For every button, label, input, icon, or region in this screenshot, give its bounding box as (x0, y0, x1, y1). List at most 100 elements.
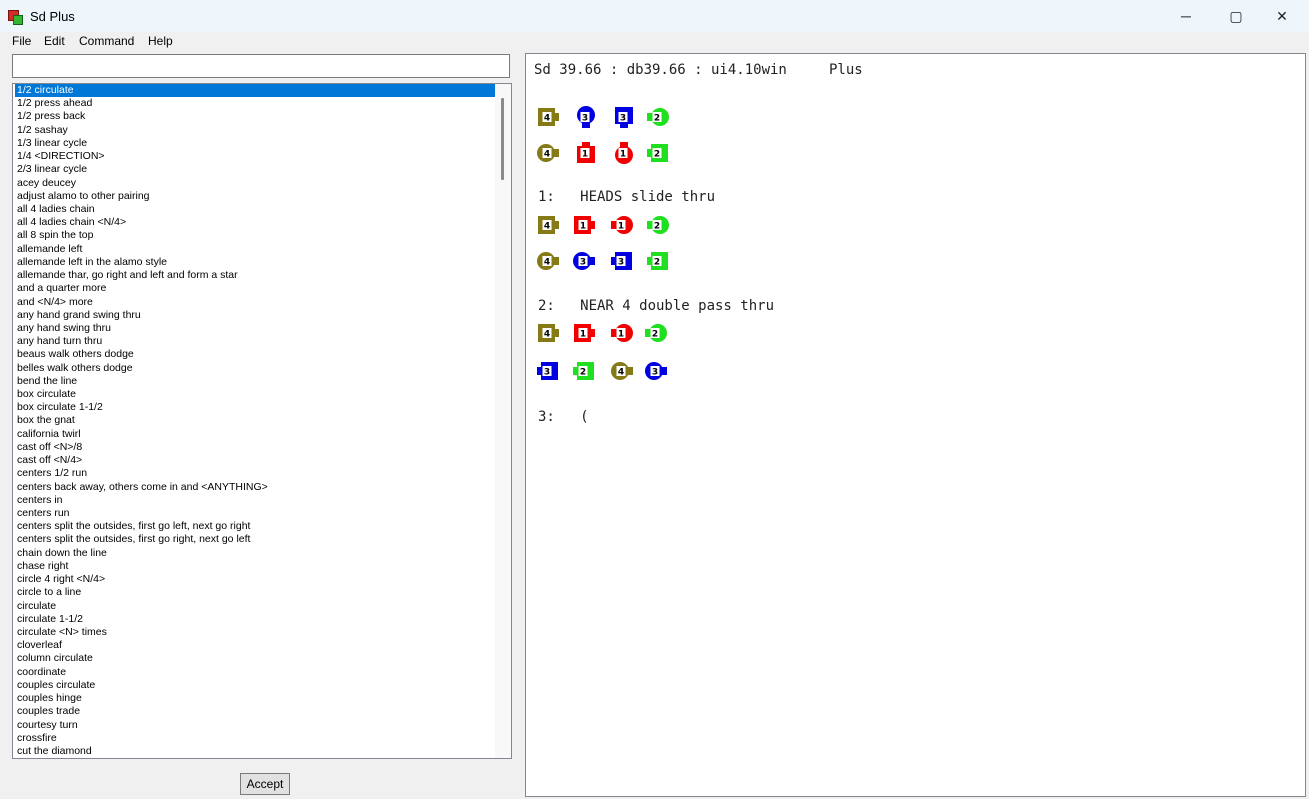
menu-bar: File Edit Command Help (0, 32, 1309, 51)
call-list-item[interactable]: centers 1/2 run (15, 467, 495, 480)
svg-text:3: 3 (582, 114, 588, 124)
call-list-item[interactable]: 1/2 circulate (15, 84, 495, 98)
call-list-item[interactable]: and a quarter more (15, 282, 495, 295)
call-list-item[interactable]: all 4 ladies chain <N/4> (15, 216, 495, 229)
step-2-label: 2: NEAR 4 double pass thru (538, 298, 775, 314)
svg-text:1: 1 (618, 222, 624, 232)
call-list-item[interactable]: coordinate (15, 666, 495, 679)
call-list-item[interactable]: couples circulate (15, 679, 495, 692)
call-list-item[interactable]: centers back away, others come in and <A… (15, 481, 495, 494)
svg-text:4: 4 (544, 150, 550, 160)
call-list-item[interactable]: box circulate (15, 388, 495, 401)
svg-text:2: 2 (654, 258, 660, 268)
menu-command[interactable]: Command (79, 34, 134, 48)
step-1-label: 1: HEADS slide thru (538, 189, 716, 205)
command-input[interactable] (12, 54, 510, 78)
call-list-item[interactable]: box the gnat (15, 414, 495, 427)
call-list-item[interactable]: centers in (15, 494, 495, 507)
call-list[interactable]: 1/2 circulate 1/2 press ahead 1/2 press ba… (12, 83, 512, 759)
call-list-item[interactable]: any hand grand swing thru (15, 309, 495, 322)
svg-text:1: 1 (620, 150, 626, 160)
svg-text:3: 3 (618, 258, 624, 268)
call-list-item[interactable]: all 8 spin the top (15, 229, 495, 242)
call-list-item[interactable]: adjust alamo to other pairing (15, 190, 495, 203)
call-list-item[interactable]: centers split the outsides, first go rig… (15, 533, 495, 546)
call-list-item[interactable]: 1/2 sashay (15, 124, 495, 137)
call-list-item[interactable]: 1/2 press back (15, 110, 495, 123)
svg-text:1: 1 (580, 222, 586, 232)
call-list-item[interactable]: acey deucey (15, 177, 495, 190)
dancer-1-square: 1 (574, 324, 595, 342)
dancer-3-square: 3 (615, 107, 633, 128)
call-list-item[interactable]: bend the line (15, 375, 495, 388)
menu-file[interactable]: File (12, 34, 31, 48)
svg-text:2: 2 (654, 222, 660, 232)
call-list-item[interactable]: chain down the line (15, 547, 495, 560)
call-list-item[interactable]: beaus walk others dodge (15, 348, 495, 361)
dancer-4-square: 4 (538, 108, 559, 126)
svg-text:4: 4 (544, 114, 550, 124)
call-list-item[interactable]: 1/2 press ahead (15, 97, 495, 110)
call-list-item[interactable]: allemande left in the alamo style (15, 256, 495, 269)
call-list-item[interactable]: 1/4 <DIRECTION> (15, 150, 495, 163)
call-list-item[interactable]: cloverleaf (15, 639, 495, 652)
call-list-item[interactable]: cut the diamond (15, 745, 495, 758)
accept-button[interactable]: Accept (240, 773, 290, 795)
call-list-item[interactable]: box circulate 1-1/2 (15, 401, 495, 414)
call-list-item[interactable]: cast off <N>/8 (15, 441, 495, 454)
dancer-1-circle: 1 (611, 324, 633, 342)
call-list-item[interactable]: belles walk others dodge (15, 362, 495, 375)
svg-text:2: 2 (652, 330, 658, 340)
call-list-item[interactable]: all 4 ladies chain (15, 203, 495, 216)
svg-text:2: 2 (654, 114, 660, 124)
dancer-1-square: 1 (574, 216, 595, 234)
svg-text:4: 4 (544, 258, 550, 268)
call-list-scrollbar[interactable] (495, 84, 511, 758)
dancer-4-circle: 4 (611, 362, 633, 380)
menu-help[interactable]: Help (148, 34, 173, 48)
call-list-item[interactable]: couples hinge (15, 692, 495, 705)
dancer-4-circle: 4 (537, 252, 559, 270)
dancer-4-square: 4 (538, 216, 559, 234)
call-list-item[interactable]: circle 4 right <N/4> (15, 573, 495, 586)
dancer-3-circle: 3 (645, 362, 667, 380)
call-list-item[interactable]: allemande left (15, 243, 495, 256)
call-list-item[interactable]: 1/3 linear cycle (15, 137, 495, 150)
call-list-item[interactable]: california twirl (15, 428, 495, 441)
call-list-item[interactable]: any hand turn thru (15, 335, 495, 348)
call-list-item[interactable]: allemande thar, go right and left and fo… (15, 269, 495, 282)
call-list-item[interactable]: courtesy turn (15, 719, 495, 732)
call-list-item[interactable]: circle to a line (15, 586, 495, 599)
svg-text:3: 3 (620, 114, 626, 124)
menu-edit[interactable]: Edit (44, 34, 65, 48)
call-list-item[interactable]: chase right (15, 560, 495, 573)
minimize-button[interactable]: ─ (1163, 3, 1209, 29)
svg-text:4: 4 (544, 330, 550, 340)
call-list-item[interactable]: circulate 1-1/2 (15, 613, 495, 626)
maximize-button[interactable]: ▢ (1213, 3, 1259, 29)
svg-text:3: 3 (580, 258, 586, 268)
call-list-item[interactable]: cast off <N/4> (15, 454, 495, 467)
dancer-2-square: 2 (647, 252, 668, 270)
call-list-item[interactable]: 2/3 linear cycle (15, 163, 495, 176)
call-list-item[interactable]: column circulate (15, 652, 495, 665)
close-button[interactable]: ✕ (1259, 3, 1305, 29)
call-list-item[interactable]: and <N/4> more (15, 296, 495, 309)
call-list-item[interactable]: any hand swing thru (15, 322, 495, 335)
output-pane: Sd 39.66 : db39.66 : ui4.10win Plus 4 3 3 2… (525, 53, 1306, 797)
call-list-item[interactable]: centers split the outsides, first go lef… (15, 520, 495, 533)
call-list-item[interactable]: couples trade (15, 705, 495, 718)
call-list-item[interactable]: crossfire (15, 732, 495, 745)
call-list-item[interactable]: centers run (15, 507, 495, 520)
step-3-label: 3: ( (538, 409, 589, 425)
call-list-item[interactable]: circulate (15, 600, 495, 613)
svg-text:3: 3 (652, 368, 658, 378)
svg-text:1: 1 (618, 330, 624, 340)
call-list-item[interactable]: circulate <N> times (15, 626, 495, 639)
app-icon (8, 10, 23, 25)
svg-text:4: 4 (544, 222, 550, 232)
dancer-3-square: 3 (611, 252, 632, 270)
svg-text:1: 1 (580, 330, 586, 340)
scrollbar-thumb[interactable] (501, 98, 504, 180)
window-title: Sd Plus (30, 9, 75, 24)
